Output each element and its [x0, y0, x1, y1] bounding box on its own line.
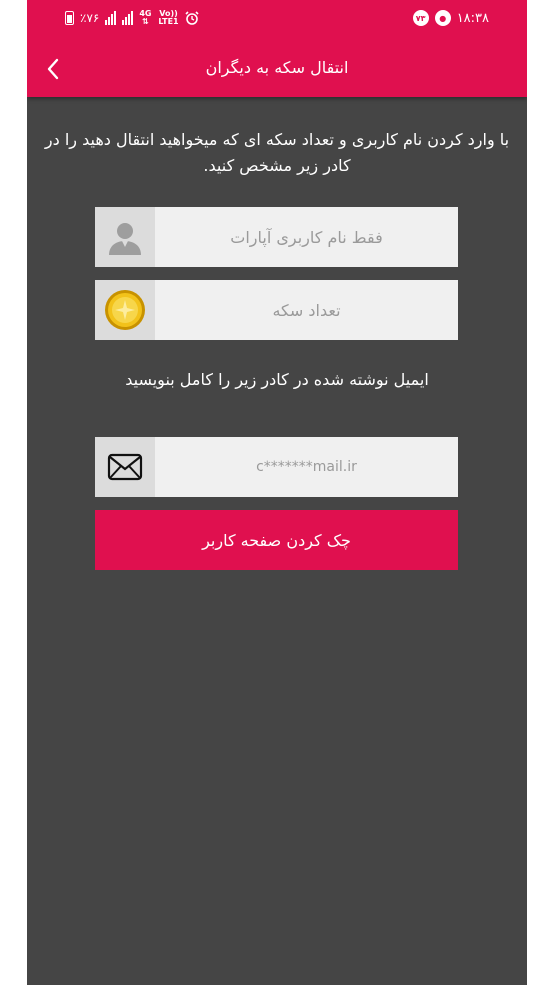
status-bar-right: ۷۳ ● ۱۸:۳۸ — [412, 10, 489, 26]
email-field — [95, 437, 458, 497]
username-field — [95, 207, 458, 267]
battery-icon — [65, 11, 74, 25]
status-bar: ٪۷۶ 4G ⇅ Vo)) LTE1 ۷۳ ● ۱۸:۳۸ — [27, 0, 527, 38]
network-type: 4G ⇅ — [139, 9, 152, 26]
app-screen: ٪۷۶ 4G ⇅ Vo)) LTE1 ۷۳ ● ۱۸:۳۸ انتقال سکه … — [27, 0, 527, 985]
coin-icon — [105, 290, 145, 330]
username-input[interactable] — [155, 207, 458, 267]
alarm-icon — [185, 11, 200, 25]
clock: ۱۸:۳۸ — [456, 10, 489, 26]
battery-level: ٪۷۶ — [80, 11, 100, 25]
email-icon-box — [95, 437, 155, 497]
page-title: انتقال سکه به دیگران — [205, 58, 349, 77]
app-notification-icon: ● — [434, 10, 451, 26]
user-icon-box — [95, 207, 155, 267]
email-instruction: ایمیل نوشته شده در کادر زیر را کامل بنوی… — [125, 370, 429, 389]
signal-icon — [105, 11, 117, 25]
notification-badge: ۷۳ — [412, 10, 429, 26]
coin-count-field — [95, 280, 458, 340]
signal-icon-2 — [122, 11, 134, 25]
coin-icon-box — [95, 280, 155, 340]
status-bar-left: ٪۷۶ 4G ⇅ Vo)) LTE1 — [65, 9, 200, 26]
instruction-text: با وارد کردن نام کاربری و تعداد سکه ای ک… — [44, 130, 510, 175]
email-input[interactable] — [155, 437, 458, 497]
check-user-page-button[interactable]: چک کردن صفحه کاربر — [95, 510, 458, 570]
envelope-icon — [107, 453, 143, 481]
title-row: انتقال سکه به دیگران — [27, 50, 527, 88]
coin-count-input[interactable] — [155, 280, 458, 340]
app-bar: ٪۷۶ 4G ⇅ Vo)) LTE1 ۷۳ ● ۱۸:۳۸ انتقال سکه … — [27, 0, 527, 97]
user-avatar-icon — [109, 223, 141, 255]
volte-indicator: Vo)) LTE1 — [158, 9, 179, 26]
